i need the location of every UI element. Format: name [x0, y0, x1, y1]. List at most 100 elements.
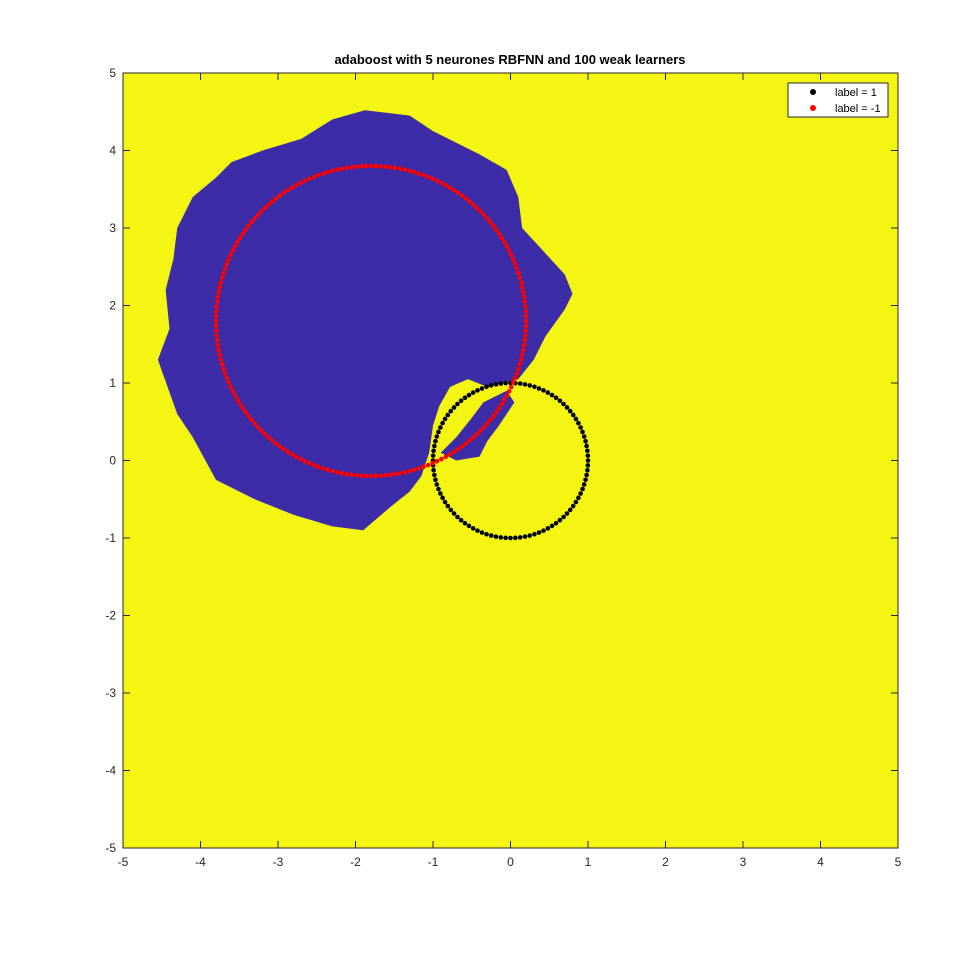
point-label-1	[581, 434, 587, 439]
point-label-1	[462, 520, 468, 526]
x-tick-label: 1	[585, 855, 592, 869]
x-tick-label: -4	[195, 855, 206, 869]
point-label-neg1	[307, 176, 312, 182]
point-label-neg1	[218, 357, 224, 362]
point-label-neg1	[463, 196, 469, 201]
point-label-neg1	[349, 164, 354, 170]
point-label-1	[545, 526, 551, 531]
chart-title: adaboost with 5 neurones RBFNN and 100 w…	[334, 52, 685, 67]
point-label-neg1	[474, 205, 480, 211]
point-label-neg1	[219, 275, 225, 281]
point-label-neg1	[289, 185, 295, 190]
x-tick-label: 4	[817, 855, 824, 869]
x-tick-label: -5	[118, 855, 129, 869]
x-tick-label: 5	[895, 855, 902, 869]
point-label-1	[493, 382, 499, 387]
point-label-neg1	[425, 174, 431, 180]
point-label-1	[576, 495, 581, 501]
point-label-neg1	[358, 473, 364, 478]
point-label-neg1	[213, 318, 219, 324]
point-label-neg1	[520, 347, 526, 353]
point-label-neg1	[494, 409, 499, 415]
plot-area	[122, 72, 899, 849]
point-label-neg1	[214, 333, 219, 338]
point-label-neg1	[269, 438, 275, 443]
point-label-neg1	[219, 361, 225, 367]
point-label-neg1	[320, 466, 326, 471]
point-label-neg1	[214, 338, 220, 343]
point-label-neg1	[407, 168, 412, 174]
point-label-neg1	[316, 172, 321, 178]
point-label-neg1	[491, 413, 496, 419]
point-label-1	[448, 408, 454, 414]
point-label-1	[498, 381, 504, 386]
point-label-neg1	[249, 417, 254, 423]
point-label-neg1	[277, 193, 283, 198]
point-label-neg1	[259, 428, 264, 433]
point-label-1	[508, 535, 513, 541]
point-label-neg1	[213, 323, 219, 329]
point-label-neg1	[224, 375, 230, 381]
point-label-1	[561, 401, 566, 407]
legend[interactable]: label = 1 label = -1	[787, 82, 889, 118]
point-label-1	[561, 514, 566, 520]
point-label-neg1	[216, 289, 222, 295]
point-label-neg1	[246, 223, 251, 229]
point-label-neg1	[216, 347, 222, 353]
point-label-1	[583, 477, 588, 483]
point-label-neg1	[434, 458, 440, 464]
point-label-neg1	[354, 164, 359, 169]
point-label-1	[549, 392, 555, 398]
point-label-neg1	[262, 431, 268, 437]
point-label-neg1	[523, 318, 529, 324]
point-label-neg1	[443, 454, 448, 460]
point-label-neg1	[226, 257, 232, 262]
point-label-neg1	[523, 333, 528, 338]
point-label-neg1	[496, 405, 502, 411]
point-label-neg1	[523, 308, 528, 314]
point-label-neg1	[243, 409, 248, 415]
point-label-neg1	[523, 313, 529, 319]
point-label-neg1	[294, 182, 299, 188]
point-label-neg1	[421, 172, 426, 178]
legend-marker-label-1	[810, 89, 816, 95]
point-label-1	[536, 386, 542, 391]
x-tick-label: -2	[350, 855, 361, 869]
point-label-neg1	[523, 328, 528, 334]
point-label-neg1	[235, 397, 240, 403]
point-label-neg1	[262, 205, 268, 211]
point-label-neg1	[508, 384, 514, 390]
point-label-neg1	[421, 464, 426, 470]
point-label-neg1	[273, 196, 279, 201]
point-label-neg1	[294, 454, 299, 460]
point-label-1	[442, 416, 448, 422]
point-label-neg1	[215, 342, 221, 348]
point-label-neg1	[484, 421, 490, 426]
point-label-neg1	[430, 176, 435, 182]
point-label-1	[455, 514, 460, 520]
point-label-1	[570, 412, 576, 418]
point-label-neg1	[510, 257, 516, 262]
point-label-neg1	[363, 473, 369, 479]
point-label-neg1	[339, 166, 345, 172]
point-label-1	[583, 438, 588, 444]
point-label-1	[584, 472, 589, 478]
point-label-neg1	[416, 466, 422, 471]
point-label-1	[567, 507, 573, 513]
point-label-1	[503, 380, 508, 386]
figure: adaboost with 5 neurones RBFNN and 100 w…	[105, 52, 902, 869]
point-label-1	[431, 467, 436, 473]
legend-marker-label-neg1	[810, 105, 816, 111]
point-label-neg1	[517, 275, 523, 281]
point-label-neg1	[451, 449, 457, 455]
point-label-neg1	[411, 169, 417, 175]
point-label-neg1	[334, 167, 340, 173]
point-label-1	[585, 458, 591, 463]
point-label-neg1	[217, 352, 223, 358]
point-label-neg1	[504, 244, 510, 249]
point-label-neg1	[222, 266, 228, 271]
point-label-1	[527, 383, 533, 388]
point-label-1	[580, 486, 585, 492]
point-label-neg1	[397, 166, 403, 172]
point-label-1	[445, 503, 451, 509]
